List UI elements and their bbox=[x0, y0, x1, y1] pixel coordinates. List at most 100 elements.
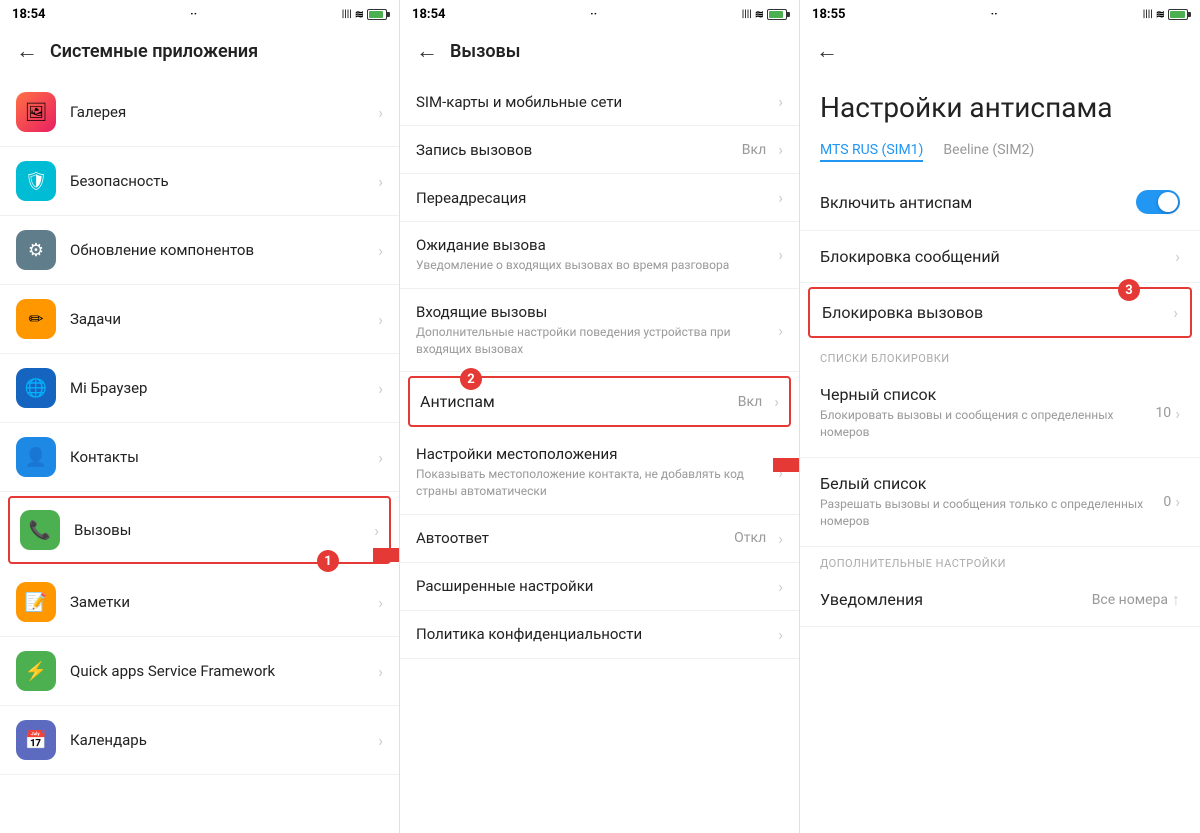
arrow-icon: › bbox=[378, 662, 383, 681]
list-item[interactable]: ⚡ Quick apps Service Framework › bbox=[0, 637, 399, 706]
item-title: Автоответ bbox=[416, 529, 734, 547]
arrow-icon: › bbox=[778, 577, 783, 596]
item-title: SIM-карты и мобильные сети bbox=[416, 93, 770, 111]
notifications-item[interactable]: Уведомления Все номера ↑ bbox=[800, 574, 1200, 627]
item-title: Безопасность bbox=[70, 172, 370, 190]
list-item[interactable]: 📅 Календарь › bbox=[0, 706, 399, 775]
quickapps-icon: ⚡ bbox=[16, 651, 56, 691]
list-item[interactable]: Запись вызовов Вкл › bbox=[400, 126, 799, 174]
toggle-knob bbox=[1158, 192, 1178, 212]
arrow-icon: › bbox=[1175, 492, 1180, 511]
list-item[interactable]: Политика конфиденциальности › bbox=[400, 611, 799, 659]
item-title: Настройки местоположения bbox=[416, 445, 770, 463]
sim2-tab[interactable]: Beeline (SIM2) bbox=[943, 142, 1034, 162]
list-item[interactable]: 🛡 Безопасность › bbox=[0, 147, 399, 216]
panel2-header: ← Вызовы bbox=[400, 28, 799, 78]
item-title: Антиспам bbox=[420, 392, 738, 411]
item-title: Mi Браузер bbox=[70, 379, 370, 397]
item-col: Политика конфиденциальности bbox=[416, 625, 770, 643]
blacklist-title: Черный список bbox=[820, 385, 1155, 404]
calls-icon: 📞 bbox=[20, 510, 60, 550]
sim1-tab[interactable]: MTS RUS (SIM1) bbox=[820, 142, 923, 162]
status-bar-1: 18:54 ·· |||| ≋ bbox=[0, 0, 399, 28]
item-value: Откл bbox=[734, 530, 766, 546]
item-subtitle: Дополнительные настройки поведения устро… bbox=[416, 324, 770, 358]
list-item[interactable]: ✏ Задачи › bbox=[0, 285, 399, 354]
time-1: 18:54 bbox=[12, 7, 46, 22]
arrow-icon: › bbox=[778, 321, 783, 340]
blacklist-count: 10 bbox=[1155, 405, 1171, 421]
arrow-icon: › bbox=[378, 448, 383, 467]
back-btn-1[interactable]: ← bbox=[16, 38, 38, 64]
list-item[interactable]: ⚙ Обновление компонентов › bbox=[0, 216, 399, 285]
arrow-icon: › bbox=[778, 463, 783, 482]
list-item[interactable]: Настройки местоположения Показывать мест… bbox=[400, 431, 799, 515]
whitelist-subtitle: Разрешать вызовы и сообщения только с оп… bbox=[820, 496, 1163, 530]
notes-icon: 📝 bbox=[16, 582, 56, 622]
arrow-icon: › bbox=[374, 521, 379, 540]
item-title: Ожидание вызова bbox=[416, 236, 770, 254]
block-lists-label: СПИСКИ БЛОКИРОВКИ bbox=[800, 342, 1200, 369]
item-col: Ожидание вызова Уведомление о входящих в… bbox=[416, 236, 770, 274]
dots-3: ·· bbox=[991, 7, 998, 21]
list-item[interactable]: 👤 Контакты › bbox=[0, 423, 399, 492]
list-item[interactable]: Ожидание вызова Уведомление о входящих в… bbox=[400, 222, 799, 289]
arrow-icon: › bbox=[778, 625, 783, 644]
block-calls-title: Блокировка вызовов bbox=[822, 303, 1173, 322]
item-title: Обновление компонентов bbox=[70, 241, 370, 259]
additional-label: ДОПОЛНИТЕЛЬНЫЕ НАСТРОЙКИ bbox=[800, 547, 1200, 574]
tasks-icon: ✏ bbox=[16, 299, 56, 339]
list-item[interactable]: Переадресация › bbox=[400, 174, 799, 222]
list-item[interactable]: 🖼 Галерея › bbox=[0, 78, 399, 147]
arrow-icon: › bbox=[378, 103, 383, 122]
panel1-header: ← Системные приложения bbox=[0, 28, 399, 78]
item-col: Запись вызовов bbox=[416, 141, 742, 159]
blacklist-item[interactable]: Черный список Блокировать вызовы и сообщ… bbox=[800, 369, 1200, 458]
list-item[interactable]: 📝 Заметки › bbox=[0, 568, 399, 637]
item-title: Расширенные настройки bbox=[416, 577, 770, 595]
update-icon: ⚙ bbox=[16, 230, 56, 270]
sim-tabs: MTS RUS (SIM1) Beeline (SIM2) bbox=[800, 134, 1200, 174]
item-text: Контакты bbox=[70, 448, 370, 466]
panel3-header: ← bbox=[800, 28, 1200, 78]
item-text: Безопасность bbox=[70, 172, 370, 190]
antispam-toggle-item: Включить антиспам bbox=[800, 174, 1200, 231]
item-col: Настройки местоположения Показывать мест… bbox=[416, 445, 770, 500]
item-subtitle: Уведомление о входящих вызовах во время … bbox=[416, 257, 770, 274]
block-messages-item[interactable]: Блокировка сообщений › bbox=[800, 231, 1200, 283]
status-bar-3: 18:55 ·· |||| ≋ bbox=[800, 0, 1200, 28]
whitelist-count: 0 bbox=[1163, 494, 1171, 510]
arrow-icon: ↑ bbox=[1172, 590, 1180, 610]
list-item[interactable]: Входящие вызовы Дополнительные настройки… bbox=[400, 289, 799, 373]
arrow-icon: › bbox=[774, 392, 779, 411]
panel3-content: Настройки антиспама MTS RUS (SIM1) Beeli… bbox=[800, 78, 1200, 833]
item-title: Переадресация bbox=[416, 189, 770, 207]
back-btn-3[interactable]: ← bbox=[816, 38, 838, 64]
item-value: Вкл bbox=[742, 142, 766, 158]
list-item[interactable]: 🌐 Mi Браузер › bbox=[0, 354, 399, 423]
status-icons-1: |||| ≋ bbox=[342, 8, 387, 21]
dots-1: ·· bbox=[190, 7, 197, 21]
item-title: Запись вызовов bbox=[416, 141, 742, 159]
item-title: Задачи bbox=[70, 310, 370, 328]
item-text: Календарь bbox=[70, 731, 370, 749]
status-icons-2: |||| ≋ bbox=[742, 8, 787, 21]
back-btn-2[interactable]: ← bbox=[416, 38, 438, 64]
list-item[interactable]: SIM-карты и мобильные сети › bbox=[400, 78, 799, 126]
item-text: Quick apps Service Framework bbox=[70, 662, 370, 680]
item-text: Mi Браузер bbox=[70, 379, 370, 397]
security-icon: 🛡 bbox=[16, 161, 56, 201]
list-item[interactable]: Автоответ Откл › bbox=[400, 515, 799, 563]
item-title: Галерея bbox=[70, 103, 370, 121]
item-title: Quick apps Service Framework bbox=[70, 662, 370, 680]
arrow-icon: › bbox=[378, 310, 383, 329]
browser-icon: 🌐 bbox=[16, 368, 56, 408]
item-col: Антиспам bbox=[420, 392, 738, 411]
item-subtitle: Показывать местоположение контакта, не д… bbox=[416, 466, 770, 500]
antispam-toggle[interactable] bbox=[1136, 190, 1180, 214]
whitelist-item[interactable]: Белый список Разрешать вызовы и сообщени… bbox=[800, 458, 1200, 547]
list-item[interactable]: Расширенные настройки › bbox=[400, 563, 799, 611]
item-text: Обновление компонентов bbox=[70, 241, 370, 259]
arrow-icon: › bbox=[1175, 247, 1180, 266]
contacts-icon: 👤 bbox=[16, 437, 56, 477]
